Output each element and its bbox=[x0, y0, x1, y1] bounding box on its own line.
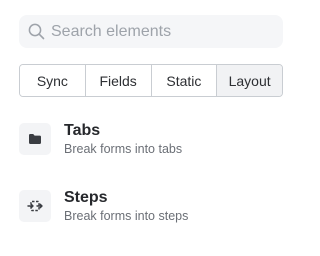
tab-static[interactable]: Static bbox=[151, 65, 218, 96]
search-input[interactable] bbox=[51, 15, 271, 48]
elements-panel: Sync Fields Static Layout Tabs Break for… bbox=[0, 0, 303, 256]
tab-fields[interactable]: Fields bbox=[85, 65, 152, 96]
folder-icon bbox=[19, 123, 51, 155]
category-tabs: Sync Fields Static Layout bbox=[19, 64, 283, 97]
element-item-tabs[interactable]: Tabs Break forms into tabs bbox=[19, 119, 283, 159]
search-box[interactable] bbox=[19, 15, 283, 48]
element-title: Steps bbox=[64, 189, 108, 206]
element-item-steps[interactable]: Steps Break forms into steps bbox=[19, 186, 283, 226]
element-title: Tabs bbox=[64, 122, 101, 139]
search-icon bbox=[27, 23, 45, 41]
element-description: Break forms into steps bbox=[64, 209, 189, 223]
element-description: Break forms into tabs bbox=[64, 142, 183, 156]
steps-icon bbox=[19, 190, 51, 222]
tab-layout[interactable]: Layout bbox=[217, 65, 282, 96]
tab-sync[interactable]: Sync bbox=[20, 65, 86, 96]
